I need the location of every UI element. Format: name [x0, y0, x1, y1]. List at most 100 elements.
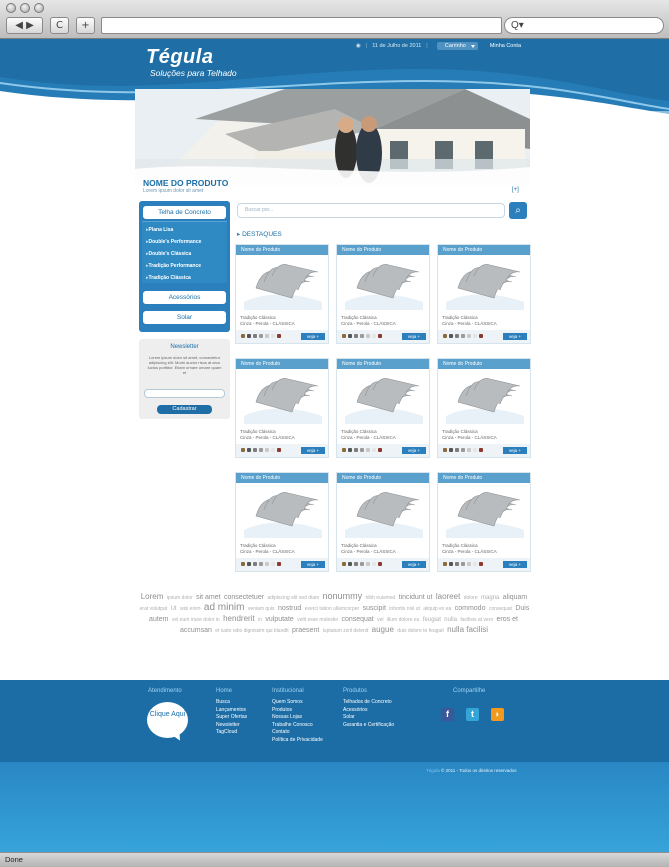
tag-link[interactable]: feugiat — [423, 617, 441, 623]
veja-mais-button[interactable]: veja + — [402, 561, 426, 568]
footer-link[interactable]: Solar — [343, 714, 394, 722]
tag-link[interactable]: dolore — [464, 595, 478, 601]
tag-link[interactable]: veniam quis — [248, 606, 275, 612]
tag-link[interactable]: vulputate — [265, 616, 293, 623]
color-swatch[interactable] — [259, 562, 263, 566]
new-tab-button[interactable]: + — [76, 17, 95, 34]
tag-link[interactable]: commodo — [455, 605, 486, 612]
footer-link[interactable]: TagCloud — [216, 729, 247, 737]
card-title[interactable]: Nome do Produto — [236, 245, 328, 255]
tag-link[interactable]: luptatum zzril delenit — [323, 628, 369, 634]
color-swatch[interactable] — [461, 562, 465, 566]
tag-link[interactable]: augue — [372, 625, 394, 634]
minimize-window-icon[interactable] — [20, 3, 30, 13]
color-swatch[interactable] — [271, 448, 275, 452]
tag-link[interactable]: nibh euismod — [365, 595, 395, 601]
sidebar-item-tradicao-performance[interactable]: Tradição Performance — [146, 263, 202, 269]
footer-link[interactable]: Quem Somos — [272, 699, 323, 707]
product-card[interactable]: Nome do Produto Tradição Clássica Cinza - … — [336, 244, 430, 344]
tag-link[interactable]: eros et — [497, 616, 518, 623]
card-title[interactable]: Nome do Produto — [438, 359, 530, 369]
color-swatch[interactable] — [277, 448, 281, 452]
color-swatch[interactable] — [241, 448, 245, 452]
color-swatch[interactable] — [449, 562, 453, 566]
product-card[interactable]: Nome do Produto Tradição Clássica Cinza - … — [235, 358, 329, 458]
tag-link[interactable]: nonummy — [323, 591, 363, 601]
color-swatch[interactable] — [259, 334, 263, 338]
product-card[interactable]: Nome do Produto Tradição Clássica Cinza - … — [235, 244, 329, 344]
color-swatch[interactable] — [467, 448, 471, 452]
color-swatch[interactable] — [265, 334, 269, 338]
rss-icon[interactable]: ◗ — [491, 708, 504, 721]
facebook-icon[interactable]: f — [441, 708, 454, 721]
tag-link[interactable]: nulla — [444, 617, 457, 623]
color-swatch[interactable] — [277, 334, 281, 338]
card-title[interactable]: Nome do Produto — [236, 473, 328, 483]
card-title[interactable]: Nome do Produto — [337, 245, 429, 255]
tag-link[interactable]: magna — [481, 595, 499, 601]
veja-mais-button[interactable]: veja + — [301, 561, 325, 568]
product-card[interactable]: Nome do Produto Tradição Clássica Cinza - … — [235, 472, 329, 572]
color-swatch[interactable] — [479, 334, 483, 338]
color-swatch[interactable] — [277, 562, 281, 566]
color-swatch[interactable] — [449, 448, 453, 452]
color-swatch[interactable] — [354, 448, 358, 452]
card-title[interactable]: Nome do Produto — [236, 359, 328, 369]
footer-link[interactable]: Telhados de Concreto — [343, 699, 394, 707]
close-window-icon[interactable] — [6, 3, 16, 13]
tag-link[interactable]: exerci tation ullamcorper — [305, 606, 359, 612]
newsletter-submit-button[interactable]: Cadastrar — [157, 405, 212, 414]
tag-link[interactable]: tincidunt ut — [399, 594, 433, 601]
card-title[interactable]: Nome do Produto — [337, 359, 429, 369]
tag-link[interactable]: hendrerit — [223, 614, 255, 623]
footer-link[interactable]: Busca — [216, 699, 247, 707]
tag-link[interactable]: consequat — [341, 616, 373, 623]
color-swatch[interactable] — [372, 334, 376, 338]
card-title[interactable]: Nome do Produto — [438, 245, 530, 255]
color-swatch[interactable] — [479, 562, 483, 566]
color-swatch[interactable] — [360, 334, 364, 338]
veja-mais-button[interactable]: veja + — [301, 447, 325, 454]
footer-link[interactable]: Política de Privacidade — [272, 737, 323, 745]
color-swatch[interactable] — [241, 334, 245, 338]
color-swatch[interactable] — [378, 334, 382, 338]
color-swatch[interactable] — [348, 448, 352, 452]
tag-link[interactable]: Ut — [171, 606, 177, 612]
color-swatch[interactable] — [259, 448, 263, 452]
color-swatch[interactable] — [366, 448, 370, 452]
product-search-input[interactable]: Buscar por... — [237, 203, 505, 218]
tag-link[interactable]: nostrud — [278, 605, 301, 612]
address-bar[interactable] — [101, 17, 502, 34]
color-swatch[interactable] — [354, 334, 358, 338]
color-swatch[interactable] — [265, 448, 269, 452]
color-swatch[interactable] — [372, 448, 376, 452]
cart-dropdown[interactable]: Carrinho — [436, 41, 478, 50]
tag-link[interactable]: suscipit — [363, 605, 386, 612]
color-swatch[interactable] — [265, 562, 269, 566]
card-title[interactable]: Nome do Produto — [337, 473, 429, 483]
tag-link[interactable]: facilisis at vero — [460, 617, 493, 623]
color-swatch[interactable] — [467, 562, 471, 566]
color-swatch[interactable] — [360, 448, 364, 452]
clique-aqui-button[interactable]: Clique Aqui — [147, 702, 188, 738]
reload-button[interactable]: C — [50, 17, 69, 34]
footer-link[interactable]: Newsletter — [216, 722, 247, 730]
tag-link[interactable]: praesent — [292, 627, 319, 634]
color-swatch[interactable] — [348, 334, 352, 338]
tag-link[interactable]: in — [258, 617, 262, 623]
search-button[interactable]: ⌕ — [509, 202, 527, 219]
tag-link[interactable]: nulla facilisi — [447, 625, 488, 634]
footer-link[interactable]: Garantia e Certificação — [343, 722, 394, 730]
zoom-window-icon[interactable] — [34, 3, 44, 13]
tag-link[interactable]: illum dolore eu — [387, 617, 420, 623]
color-swatch[interactable] — [366, 562, 370, 566]
color-swatch[interactable] — [348, 562, 352, 566]
color-swatch[interactable] — [342, 334, 346, 338]
account-link[interactable]: Minha Conta — [490, 43, 521, 49]
color-swatch[interactable] — [378, 562, 382, 566]
veja-mais-button[interactable]: veja + — [503, 561, 527, 568]
color-swatch[interactable] — [247, 334, 251, 338]
veja-mais-button[interactable]: veja + — [402, 333, 426, 340]
tag-link[interactable]: consequat — [489, 606, 512, 612]
color-swatch[interactable] — [342, 448, 346, 452]
